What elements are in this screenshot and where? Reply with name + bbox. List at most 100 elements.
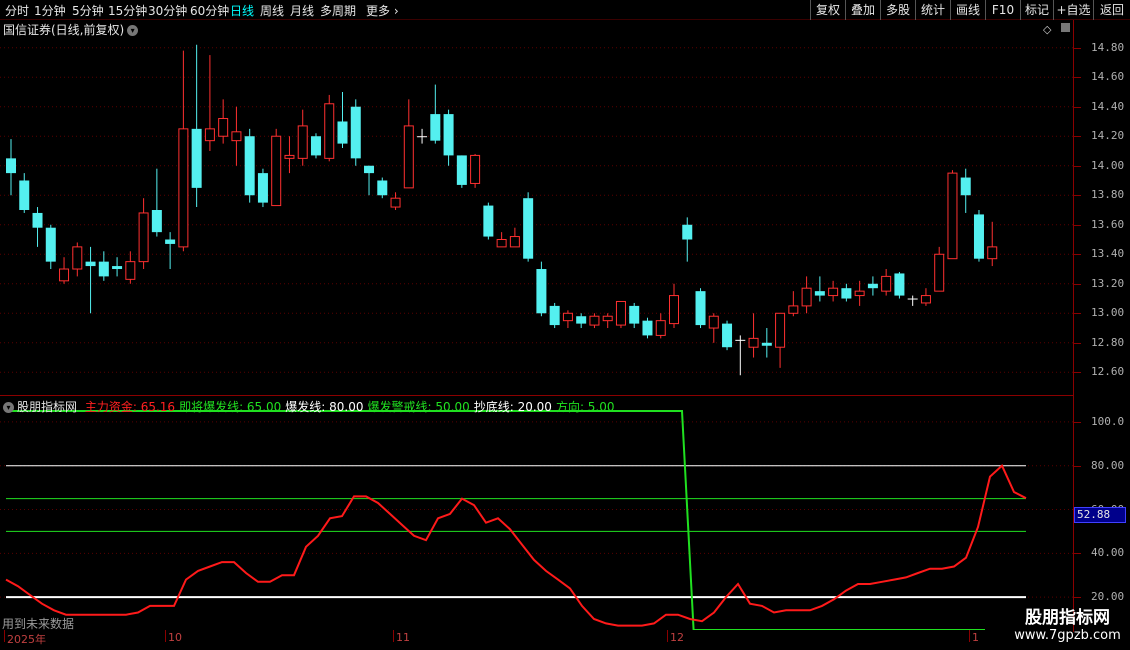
candle: [470, 153, 481, 188]
candle: [682, 217, 693, 262]
candle: [19, 173, 30, 213]
candle-body: [244, 136, 255, 196]
y-tick: [1073, 421, 1081, 423]
candle-body: [814, 291, 825, 296]
candle-body: [191, 128, 202, 188]
candle-body: [496, 239, 507, 248]
back-button[interactable]: 返回: [1093, 0, 1130, 20]
candle: [178, 50, 189, 252]
y-tick: [1073, 313, 1081, 315]
indicator-chart-grid: [0, 421, 1073, 598]
chart-canvas: [0, 44, 1073, 630]
candle: [138, 198, 149, 270]
candle-body: [788, 305, 799, 314]
y-tick-label: 14.00: [1091, 158, 1125, 172]
y-tick: [1073, 195, 1081, 197]
y-tick: [1073, 597, 1081, 599]
candle-body: [920, 295, 931, 304]
watermark-title: 股朋指标网: [1025, 608, 1110, 628]
candle: [59, 257, 70, 284]
indicator-name[interactable]: 股朋指标网: [17, 400, 77, 414]
candle: [536, 261, 547, 317]
candle: [669, 283, 679, 329]
date-axis: 2025年 10 11 12 1: [0, 630, 1073, 650]
candle: [523, 192, 534, 262]
candle: [244, 128, 255, 203]
candle-body: [722, 323, 733, 348]
candle-body: [669, 295, 679, 325]
candle: [708, 313, 719, 343]
candle: [841, 283, 852, 302]
x-tick: [969, 630, 970, 642]
candle-body: [828, 287, 839, 297]
candle: [761, 328, 772, 358]
candle-body: [151, 210, 162, 233]
candle-body: [271, 135, 282, 207]
legend-item-5: 方向: 5.00: [555, 400, 615, 414]
candle-body: [867, 283, 878, 289]
candle: [350, 99, 361, 166]
candle-body: [112, 266, 123, 270]
candle: [125, 251, 136, 284]
candle: [456, 155, 467, 188]
legend-item-0: 主力资金: 65.16: [84, 400, 176, 414]
candle: [297, 109, 308, 166]
y-tick: [1073, 136, 1081, 138]
candle-body: [364, 165, 375, 174]
candle-body: [775, 312, 786, 348]
y-tick-label: 100.0: [1091, 414, 1125, 428]
y-tick: [1073, 77, 1081, 79]
candle-body: [297, 125, 308, 159]
candle: [960, 168, 971, 213]
candle-body: [708, 315, 719, 329]
legend-item-1: 即将爆发线: 65.00: [179, 400, 282, 414]
y-tick: [1073, 47, 1081, 49]
candle: [151, 168, 162, 237]
candle: [72, 242, 83, 277]
candle: [324, 94, 335, 162]
main-fund-line: [5, 464, 1027, 627]
candle: [483, 202, 494, 240]
candle-body: [987, 246, 998, 260]
candle: [788, 291, 799, 317]
candle-body: [947, 172, 958, 260]
candle-body: [257, 173, 268, 203]
candle-body: [629, 305, 640, 324]
candle: [748, 313, 759, 358]
candle-body: [72, 246, 83, 270]
current-value-tag: 52.88: [1074, 507, 1126, 523]
chevron-down-icon[interactable]: ▾: [3, 402, 14, 413]
y-tick: [1073, 106, 1081, 108]
y-tick-label: 12.80: [1091, 335, 1125, 349]
watermark-url: www.7gpzb.com: [1014, 628, 1121, 643]
candle: [271, 128, 282, 207]
candle: [85, 246, 96, 314]
candle: [562, 310, 573, 329]
candle: [602, 313, 613, 329]
candle-body: [138, 212, 149, 263]
candle: [722, 320, 733, 351]
legend-item-3: 爆发警戒线: 50.00: [367, 400, 470, 414]
candle: [231, 106, 242, 166]
y-tick-label: 80.00: [1091, 458, 1125, 472]
candle: [576, 313, 587, 329]
candle-body: [960, 177, 971, 196]
y-tick: [1073, 283, 1081, 285]
candle: [894, 271, 905, 299]
candle-body: [324, 103, 335, 159]
candle-body: [470, 154, 481, 184]
candle-body: [390, 197, 401, 208]
candle: [695, 288, 706, 329]
candle-body: [178, 128, 189, 248]
candle: [204, 55, 215, 151]
candle-body: [562, 312, 573, 322]
candle-body: [284, 154, 295, 159]
y-tick: [1073, 342, 1081, 344]
candle-body: [231, 131, 242, 142]
x-label-10: 10: [168, 631, 182, 644]
candle-body: [894, 273, 905, 296]
candle-body: [735, 339, 746, 341]
candle-body: [549, 305, 560, 326]
candle: [377, 177, 388, 199]
candle-body: [377, 180, 388, 196]
